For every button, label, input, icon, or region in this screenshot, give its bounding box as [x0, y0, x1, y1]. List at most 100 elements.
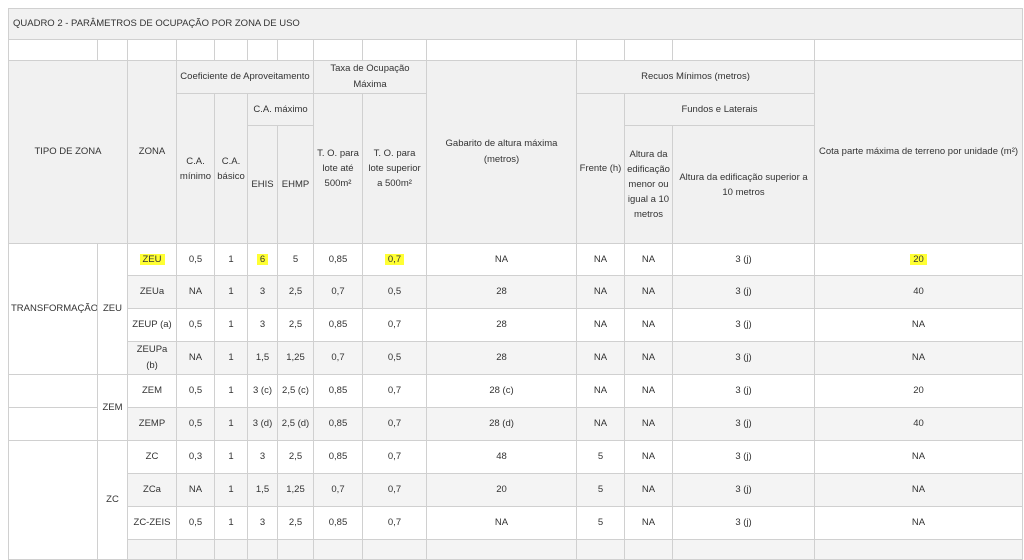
- header-ehis: EHIS: [247, 125, 278, 244]
- header-zona: ZONA: [127, 60, 177, 244]
- group-zem: ZEM: [97, 374, 128, 441]
- header-ca-minimo: C.A. mínimo: [176, 93, 215, 244]
- cell: 6: [256, 253, 269, 265]
- cell: 1,25: [277, 341, 314, 375]
- table-row: ZC-ZEIS 0,5 1 3 2,5 0,85 0,7 NA 5 NA 3 (…: [9, 506, 1024, 540]
- cell: 3 (j): [672, 243, 815, 276]
- cell: 48: [426, 440, 577, 474]
- cell: NA: [176, 341, 215, 375]
- header-frente: Frente (h): [576, 93, 625, 244]
- cell: 0,7: [313, 341, 363, 375]
- cell: NA: [576, 243, 625, 276]
- cell: 3 (j): [672, 473, 815, 507]
- cell: 0,85: [313, 243, 363, 276]
- cell: 20: [813, 374, 1024, 408]
- table-row: ZCa NA 1 1,5 1,25 0,7 0,7 20 5 NA 3 (j) …: [9, 473, 1024, 507]
- header-recuos: Recuos Mínimos (metros): [576, 60, 815, 94]
- cell: 2,5: [277, 440, 314, 474]
- cell: NA: [624, 243, 673, 276]
- cell: NA: [624, 407, 673, 441]
- header-altura-menor: Altura da edificação menor ou igual a 10…: [624, 125, 673, 244]
- table-row: [9, 539, 1024, 560]
- cell: 0,7: [362, 308, 427, 342]
- cell: 0,85: [313, 407, 363, 441]
- cell: 1: [214, 243, 248, 276]
- cell: 3 (j): [672, 341, 815, 375]
- table-title: QUADRO 2 - PARÂMETROS DE OCUPAÇÃO POR ZO…: [7, 8, 1024, 40]
- cell: NA: [813, 440, 1024, 474]
- cell: 5: [576, 440, 625, 474]
- cell: 1: [214, 374, 248, 408]
- cell: 0,5: [176, 506, 215, 540]
- group-zc: ZC: [97, 440, 128, 560]
- cell-zona: ZCa: [127, 473, 177, 507]
- cell-zona: ZEM: [127, 374, 177, 408]
- cell: 3 (j): [672, 506, 815, 540]
- cell: 0,85: [313, 506, 363, 540]
- cell: 3 (j): [672, 407, 815, 441]
- cell: 1: [214, 275, 248, 309]
- table-row: ZEUa NA 1 3 2,5 0,7 0,5 28 NA NA 3 (j) 4…: [9, 275, 1024, 309]
- cell: 0,5: [176, 243, 215, 276]
- cell: 0,7: [313, 275, 363, 309]
- cell-zona: ZEMP: [127, 407, 177, 441]
- cell: NA: [813, 473, 1024, 507]
- cell: 0,7: [362, 374, 427, 408]
- cell: 0,7: [362, 440, 427, 474]
- cell: NA: [576, 308, 625, 342]
- cell: 3 (d): [247, 407, 278, 441]
- table-row: ZEUP (a) 0,5 1 3 2,5 0,85 0,7 28 NA NA 3…: [9, 308, 1024, 342]
- cell: NA: [624, 341, 673, 375]
- cell: 2,5 (c): [277, 374, 314, 408]
- cell: 1,25: [277, 473, 314, 507]
- cell-zona: ZC: [127, 440, 177, 474]
- header-fundos: Fundos e Laterais: [624, 93, 815, 126]
- cell: 0,7: [362, 506, 427, 540]
- cell: 20: [426, 473, 577, 507]
- cell-zona: ZC-ZEIS: [127, 506, 177, 540]
- cell: 3: [247, 275, 278, 309]
- cell: 28 (d): [426, 407, 577, 441]
- cell: 3: [247, 308, 278, 342]
- cell: 0,5: [176, 374, 215, 408]
- cell: NA: [426, 506, 577, 540]
- cell: 1,5: [247, 341, 278, 375]
- cell: 3 (c): [247, 374, 278, 408]
- cell: NA: [624, 308, 673, 342]
- cell: NA: [624, 275, 673, 309]
- cell: 0,85: [313, 440, 363, 474]
- header-to-superior: T. O. para lote superior a 500m²: [362, 93, 427, 244]
- cell: 1: [214, 440, 248, 474]
- header-to-ate: T. O. para lote até 500m²: [313, 93, 363, 244]
- cell: NA: [624, 473, 673, 507]
- cell: 5: [576, 473, 625, 507]
- cell: 20: [910, 253, 927, 265]
- cell: 2,5: [277, 308, 314, 342]
- cell: 0,3: [176, 440, 215, 474]
- cell: 28: [426, 341, 577, 375]
- cell-zona: ZEUa: [127, 275, 177, 309]
- cell: NA: [576, 341, 625, 375]
- cell: NA: [813, 341, 1024, 375]
- cell: 5: [576, 506, 625, 540]
- table-row: ZEUPa (b) NA 1 1,5 1,25 0,7 0,5 28 NA NA…: [9, 341, 1024, 375]
- cell: NA: [624, 374, 673, 408]
- cell: 1: [214, 407, 248, 441]
- cell: 3 (j): [672, 440, 815, 474]
- cell: 2,5: [277, 506, 314, 540]
- cell: 0,5: [362, 341, 427, 375]
- cell: 28 (c): [426, 374, 577, 408]
- cell: 3: [247, 506, 278, 540]
- cell: 3 (j): [672, 374, 815, 408]
- cell: NA: [576, 407, 625, 441]
- cell: NA: [176, 275, 215, 309]
- cell: NA: [576, 374, 625, 408]
- group-zeu: ZEU: [97, 243, 128, 375]
- parametros-table: QUADRO 2 - PARÂMETROS DE OCUPAÇÃO POR ZO…: [7, 8, 1024, 560]
- cell: NA: [576, 275, 625, 309]
- header-altura-superior: Altura da edificação superior a 10 metro…: [672, 125, 815, 244]
- cell: 1: [214, 341, 248, 375]
- cell-zona: ZEUP (a): [127, 308, 177, 342]
- cell: 5: [277, 243, 314, 276]
- cell: 28: [426, 275, 577, 309]
